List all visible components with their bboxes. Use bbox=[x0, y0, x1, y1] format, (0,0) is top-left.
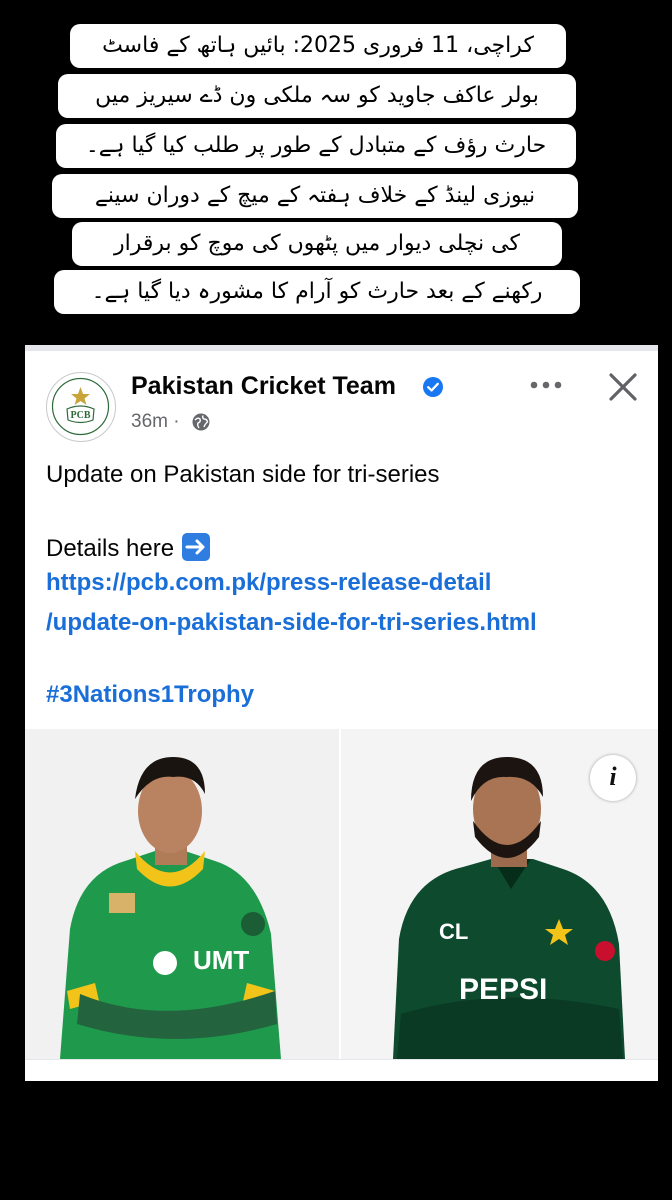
urdu-caption: کراچی، 11 فروری 2025: بائیں ہاتھ کے فاسٹ… bbox=[0, 0, 672, 330]
details-label: Details here bbox=[46, 535, 175, 562]
more-options-icon[interactable] bbox=[525, 373, 567, 397]
close-icon[interactable] bbox=[603, 367, 643, 407]
player-photo-left[interactable]: UMT bbox=[25, 729, 339, 1059]
caption-line: کراچی، 11 فروری 2025: بائیں ہاتھ کے فاسٹ bbox=[70, 24, 566, 68]
info-icon[interactable]: i bbox=[590, 755, 636, 801]
post-link-line-2[interactable]: /update-on-pakistan-side-for-tri-series.… bbox=[46, 609, 537, 637]
caption-line: بولر عاکف جاوید کو سہ ملکی ون ڈے سیریز م… bbox=[58, 74, 576, 118]
caption-line: کی نچلی دیوار میں پٹھوں کی موچ کو برقرار bbox=[72, 222, 562, 266]
info-label: i bbox=[609, 762, 617, 791]
caption-line: رکھنے کے بعد حارث کو آرام کا مشورہ دیا گ… bbox=[54, 270, 580, 314]
page-name[interactable]: Pakistan Cricket Team bbox=[131, 372, 396, 401]
avatar-text: PCB bbox=[71, 410, 91, 421]
details-line: Details here bbox=[46, 533, 211, 563]
right-jersey-sponsor: PEPSI bbox=[459, 973, 547, 1006]
pcb-logo-icon: PCB bbox=[51, 377, 110, 436]
card-bottom-edge bbox=[25, 1059, 658, 1081]
globe-icon bbox=[192, 413, 210, 431]
left-jersey-sponsor: UMT bbox=[193, 945, 249, 975]
right-jersey-upper-text: CL bbox=[439, 919, 468, 944]
post-text: Update on Pakistan side for tri-series bbox=[46, 461, 440, 488]
photo-grid: UMT CL PEPSI bbox=[25, 729, 658, 1059]
post-card: PCB Pakistan Cricket Team 36m · Update o… bbox=[25, 345, 658, 1081]
page-avatar[interactable]: PCB bbox=[46, 372, 116, 442]
verified-badge-icon bbox=[423, 377, 443, 397]
card-top-border bbox=[25, 345, 658, 351]
arrow-right-icon bbox=[182, 533, 211, 561]
post-link-line-1[interactable]: https://pcb.com.pk/press-release-detail bbox=[46, 569, 491, 597]
caption-line: حارث رؤف کے متبادل کے طور پر طلب کیا گیا… bbox=[56, 124, 576, 168]
hashtag-link[interactable]: #3Nations1Trophy bbox=[46, 681, 254, 709]
post-timestamp[interactable]: 36m · bbox=[131, 411, 180, 433]
caption-line: نیوزی لینڈ کے خلاف ہفتہ کے میچ کے دوران … bbox=[52, 174, 578, 218]
